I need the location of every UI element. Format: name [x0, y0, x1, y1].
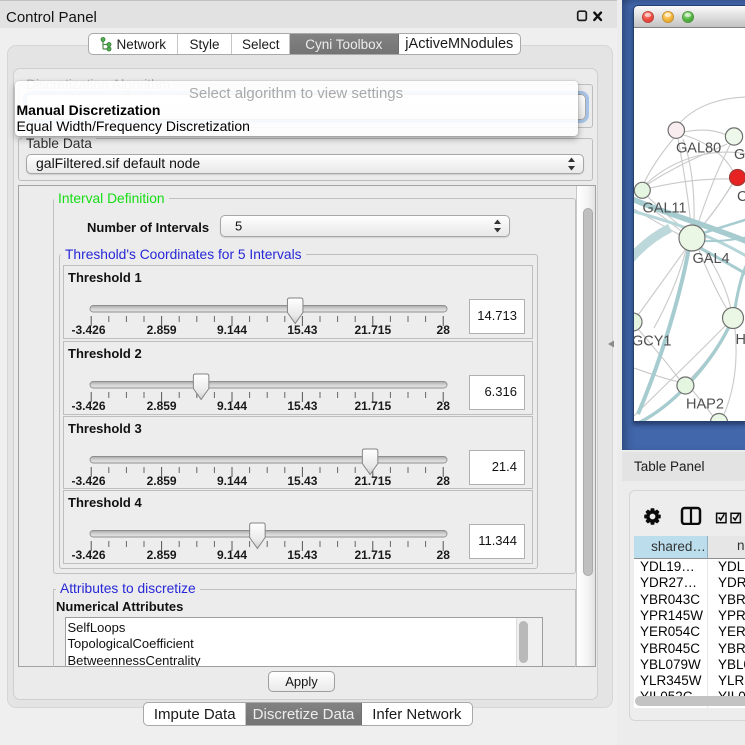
svg-text:-3.426: -3.426 [71, 399, 105, 413]
svg-text:GAL80: GAL80 [676, 141, 721, 157]
svg-text:28: 28 [437, 323, 451, 337]
svg-text:9.144: 9.144 [217, 474, 247, 488]
svg-text:-3.426: -3.426 [71, 474, 105, 488]
svg-text:GAL4: GAL4 [693, 251, 730, 267]
svg-text:GA: GA [734, 147, 745, 163]
svg-text:15.43: 15.43 [287, 399, 317, 413]
svg-text:9.144: 9.144 [217, 399, 247, 413]
svg-text:28: 28 [437, 474, 451, 488]
svg-text:21.715: 21.715 [354, 323, 391, 337]
svg-text:2.859: 2.859 [147, 399, 177, 413]
svg-text:2.859: 2.859 [147, 548, 177, 562]
svg-text:9.144: 9.144 [217, 548, 247, 562]
svg-text:28: 28 [437, 399, 451, 413]
svg-text:2.859: 2.859 [147, 323, 177, 337]
svg-text:GCY1: GCY1 [634, 334, 672, 350]
svg-text:GAL11: GAL11 [643, 201, 687, 217]
svg-text:9.144: 9.144 [217, 323, 247, 337]
svg-text:HAP2: HAP2 [686, 397, 724, 413]
svg-text:21.715: 21.715 [354, 474, 391, 488]
svg-text:15.43: 15.43 [287, 548, 317, 562]
svg-text:2.859: 2.859 [147, 474, 177, 488]
svg-text:21.715: 21.715 [354, 399, 391, 413]
svg-text:21.715: 21.715 [354, 548, 391, 562]
svg-text:CY: CY [737, 189, 745, 205]
svg-text:-3.426: -3.426 [71, 548, 105, 562]
svg-text:28: 28 [437, 548, 451, 562]
svg-text:15.43: 15.43 [287, 474, 317, 488]
svg-text:15.43: 15.43 [287, 323, 317, 337]
svg-text:HI: HI [736, 332, 745, 348]
svg-text:-3.426: -3.426 [71, 323, 105, 337]
